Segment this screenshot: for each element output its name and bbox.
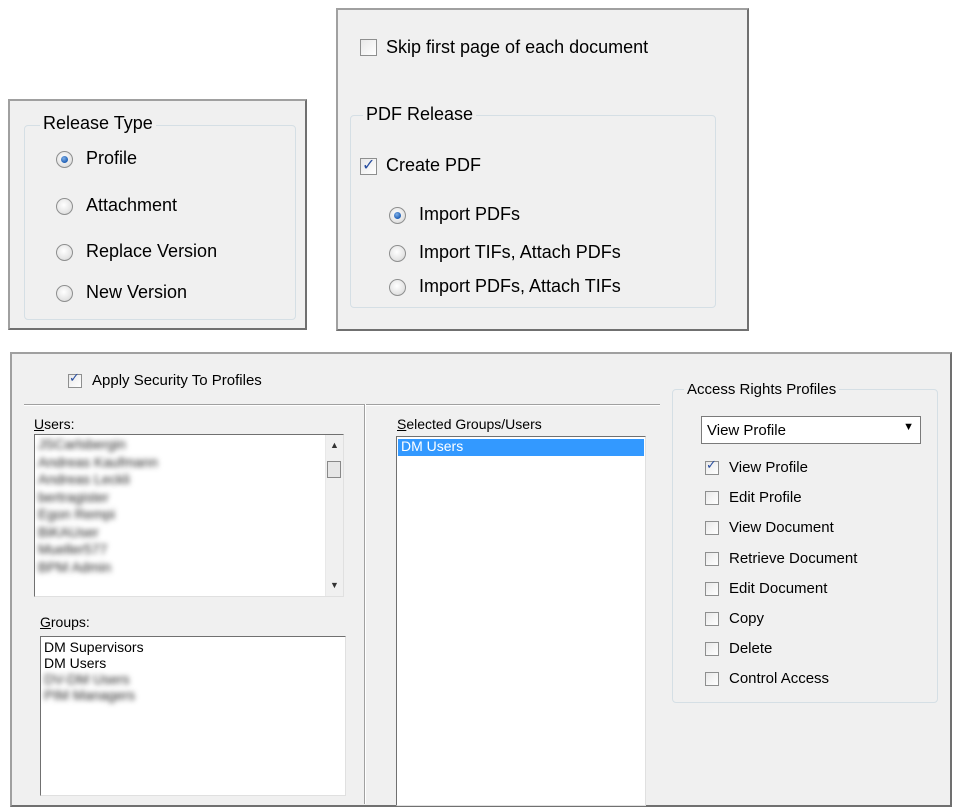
release-type-replace-version-label[interactable]: Replace Version bbox=[86, 241, 217, 262]
release-type-legend: Release Type bbox=[40, 113, 156, 134]
release-type-panel: Release Type Profile Attachment Replace … bbox=[8, 99, 307, 330]
permission-label[interactable]: View Profile bbox=[729, 459, 808, 476]
import-tifs-attach-pdfs-label[interactable]: Import TIFs, Attach PDFs bbox=[419, 242, 621, 263]
permission-checkbox[interactable] bbox=[705, 491, 719, 506]
apply-security-checkbox[interactable] bbox=[68, 371, 82, 388]
permission-checkbox[interactable] bbox=[705, 581, 719, 596]
release-type-attachment-radio[interactable] bbox=[56, 198, 73, 215]
groups-label-accelerator: G bbox=[40, 614, 51, 630]
user-list-item[interactable]: BPM Admin bbox=[35, 559, 343, 578]
permission-checkbox[interactable] bbox=[705, 521, 719, 536]
permission-label[interactable]: Retrieve Document bbox=[729, 550, 857, 567]
scroll-up-arrow-icon[interactable]: ▲ bbox=[326, 437, 343, 454]
permission-label[interactable]: View Document bbox=[729, 519, 834, 536]
permission-label[interactable]: Control Access bbox=[729, 670, 829, 687]
users-label-accelerator: U bbox=[34, 416, 45, 432]
access-rights-profile-dropdown[interactable]: View Profile ▼ bbox=[701, 416, 921, 444]
import-pdfs-radio[interactable] bbox=[389, 207, 406, 224]
create-pdf-label[interactable]: Create PDF bbox=[386, 155, 481, 176]
user-list-item[interactable]: JSCarlsbergin bbox=[35, 437, 343, 455]
vertical-separator bbox=[364, 404, 366, 804]
groups-list: DM Supervisors DM Users DV-DM Users PIM Man… bbox=[41, 640, 345, 704]
permission-label[interactable]: Delete bbox=[729, 640, 772, 657]
pdf-options-panel: Skip first page of each document PDF Rel… bbox=[336, 8, 749, 331]
selected-label-text: elected Groups/Users bbox=[406, 416, 542, 432]
permission-label[interactable]: Copy bbox=[729, 610, 764, 627]
selected-groups-users-label: Selected Groups/Users bbox=[397, 416, 542, 432]
scroll-down-arrow-icon[interactable]: ▼ bbox=[326, 577, 343, 594]
skip-first-page-checkbox[interactable] bbox=[360, 39, 377, 56]
scroll-thumb[interactable] bbox=[327, 461, 341, 478]
release-type-replace-version-radio[interactable] bbox=[56, 244, 73, 261]
group-list-item[interactable]: PIM Managers bbox=[41, 688, 345, 704]
selected-groups-users-listbox[interactable]: DM Users bbox=[396, 436, 646, 806]
groups-label: Groups: bbox=[40, 614, 90, 630]
permission-label[interactable]: Edit Profile bbox=[729, 489, 802, 506]
apply-security-label[interactable]: Apply Security To Profiles bbox=[92, 372, 262, 389]
permission-checkbox[interactable] bbox=[705, 612, 719, 626]
group-list-item[interactable]: DM Supervisors bbox=[41, 640, 345, 656]
selected-list-item[interactable]: DM Users bbox=[398, 439, 644, 456]
security-panel: Apply Security To Profiles Users: JSCarl… bbox=[10, 352, 952, 807]
pdf-release-legend: PDF Release bbox=[363, 104, 477, 125]
import-tifs-attach-pdfs-radio[interactable] bbox=[389, 245, 406, 262]
users-label-text: sers: bbox=[44, 416, 75, 432]
users-list: JSCarlsbergin Andreas Kaufmann Andreas Lec… bbox=[35, 437, 343, 577]
access-rights-legend: Access Rights Profiles bbox=[684, 381, 840, 398]
release-type-attachment-label[interactable]: Attachment bbox=[86, 195, 177, 216]
selected-label-accelerator: S bbox=[397, 416, 407, 432]
permission-checkbox[interactable] bbox=[705, 672, 719, 687]
groups-label-text: roups: bbox=[50, 614, 90, 630]
import-pdfs-label[interactable]: Import PDFs bbox=[419, 204, 520, 225]
user-list-item[interactable]: Mueller577 bbox=[35, 542, 343, 560]
group-list-item[interactable]: DM Users bbox=[41, 656, 345, 672]
users-scrollbar[interactable]: ▲ ▼ bbox=[325, 435, 343, 596]
release-type-new-version-radio[interactable] bbox=[56, 285, 73, 302]
permission-checkbox[interactable] bbox=[705, 551, 719, 566]
group-list-item[interactable]: DV-DM Users bbox=[41, 672, 345, 688]
groups-listbox[interactable]: DM Supervisors DM Users DV-DM Users PIM Man… bbox=[40, 636, 346, 796]
import-pdfs-attach-tifs-label[interactable]: Import PDFs, Attach TIFs bbox=[419, 276, 621, 297]
horizontal-separator bbox=[24, 404, 660, 406]
import-pdfs-attach-tifs-radio[interactable] bbox=[389, 279, 406, 296]
permission-checkbox[interactable] bbox=[705, 642, 719, 657]
user-list-item[interactable]: BiKAUser bbox=[35, 524, 343, 543]
users-listbox[interactable]: JSCarlsbergin Andreas Kaufmann Andreas Lec… bbox=[34, 434, 344, 597]
users-label: Users: bbox=[34, 416, 74, 432]
permission-checkbox[interactable] bbox=[705, 458, 719, 475]
release-type-profile-label[interactable]: Profile bbox=[86, 148, 137, 169]
access-rights-dropdown-value: View Profile bbox=[707, 422, 786, 439]
selected-list: DM Users bbox=[398, 439, 644, 456]
user-list-item[interactable]: bertragister bbox=[35, 489, 343, 508]
user-list-item[interactable]: Andreas Kaufmann bbox=[35, 454, 343, 473]
skip-first-page-label[interactable]: Skip first page of each document bbox=[386, 37, 648, 58]
release-type-new-version-label[interactable]: New Version bbox=[86, 282, 187, 303]
permission-label[interactable]: Edit Document bbox=[729, 580, 827, 597]
dropdown-arrow-icon: ▼ bbox=[903, 421, 914, 433]
release-type-profile-radio[interactable] bbox=[56, 151, 73, 168]
create-pdf-checkbox[interactable] bbox=[360, 155, 377, 175]
user-list-item[interactable]: Andreas Leckli bbox=[35, 472, 343, 490]
user-list-item[interactable]: Egon Rempi bbox=[35, 507, 343, 525]
